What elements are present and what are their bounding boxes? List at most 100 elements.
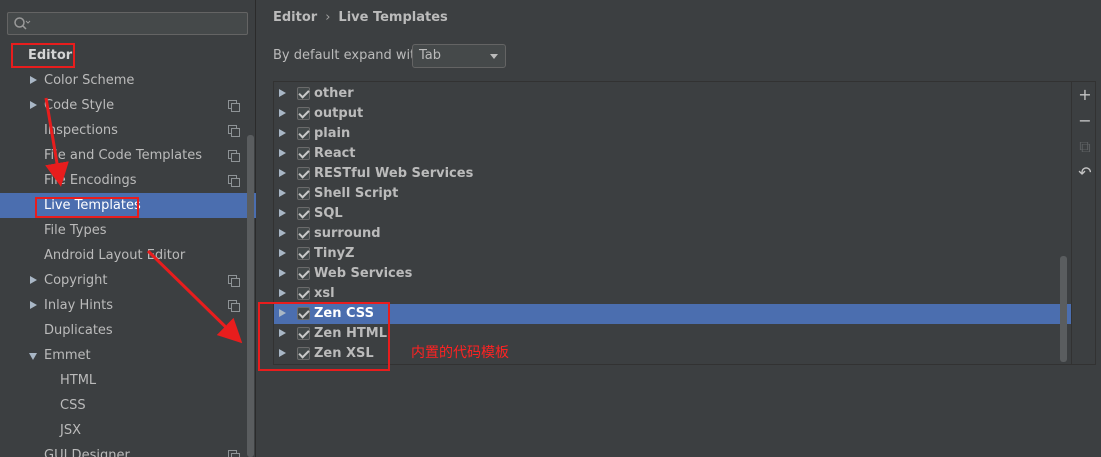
- template-group-label: output: [314, 106, 364, 121]
- search-icon[interactable]: [13, 16, 31, 32]
- template-group-row[interactable]: xsl: [274, 284, 1071, 304]
- template-group-row[interactable]: SQL: [274, 204, 1071, 224]
- chevron-right-icon[interactable]: [279, 149, 286, 157]
- breadcrumb: Editor › Live Templates: [273, 10, 448, 25]
- template-group-label: other: [314, 86, 354, 101]
- template-group-label: React: [314, 146, 356, 161]
- chevron-down-icon: [490, 54, 498, 59]
- sidebar-item-label: File and Code Templates: [44, 148, 202, 163]
- chevron-down-icon[interactable]: [29, 353, 37, 360]
- template-group-label: SQL: [314, 206, 343, 221]
- settings-sidebar: Editor Color Scheme Code Style Inspections F…: [0, 0, 256, 457]
- template-group-checkbox[interactable]: [297, 127, 310, 140]
- sidebar-item-label: Color Scheme: [44, 73, 135, 88]
- sidebar-item-file-encodings[interactable]: File Encodings: [0, 168, 256, 193]
- template-group-row[interactable]: Zen CSS: [274, 304, 1071, 324]
- template-group-row[interactable]: surround: [274, 224, 1071, 244]
- sidebar-item-label: HTML: [60, 373, 97, 388]
- project-scope-icon: [228, 125, 240, 137]
- expand-with-dropdown[interactable]: Tab: [412, 44, 506, 68]
- sidebar-item-color-scheme[interactable]: Color Scheme: [0, 68, 256, 93]
- chevron-right-icon[interactable]: [279, 129, 286, 137]
- chevron-right-icon[interactable]: [30, 101, 37, 109]
- sidebar-item-css[interactable]: CSS: [0, 393, 256, 418]
- sidebar-item-label: Emmet: [44, 348, 91, 363]
- annotation-box-editor: [11, 43, 75, 68]
- template-group-checkbox[interactable]: [297, 147, 310, 160]
- sidebar-item-label: Android Layout Editor: [44, 248, 186, 263]
- template-group-row[interactable]: RESTful Web Services: [274, 164, 1071, 184]
- chevron-right-icon[interactable]: [30, 76, 37, 84]
- sidebar-item-label: JSX: [60, 423, 81, 438]
- template-group-row[interactable]: Web Services: [274, 264, 1071, 284]
- template-group-checkbox[interactable]: [297, 267, 310, 280]
- sidebar-item-label: GUI Designer: [44, 448, 130, 457]
- template-group-checkbox[interactable]: [297, 167, 310, 180]
- template-group-label: surround: [314, 226, 381, 241]
- template-group-row[interactable]: Zen HTML: [274, 324, 1071, 344]
- sidebar-item-code-style[interactable]: Code Style: [0, 93, 256, 118]
- template-group-checkbox[interactable]: [297, 207, 310, 220]
- templates-scrollbar[interactable]: [1060, 256, 1067, 362]
- template-group-checkbox[interactable]: [297, 107, 310, 120]
- sidebar-item-copyright[interactable]: Copyright: [0, 268, 256, 293]
- breadcrumb-separator: ›: [325, 10, 331, 25]
- sidebar-item-emmet[interactable]: Emmet: [0, 343, 256, 368]
- template-group-label: plain: [314, 126, 351, 141]
- project-scope-icon: [228, 175, 240, 187]
- sidebar-item-duplicates[interactable]: Duplicates: [0, 318, 256, 343]
- sidebar-item-html[interactable]: HTML: [0, 368, 256, 393]
- chevron-right-icon[interactable]: [279, 289, 286, 297]
- template-group-row[interactable]: output: [274, 104, 1071, 124]
- sidebar-item-label: File Types: [44, 223, 107, 238]
- sidebar-item-jsx[interactable]: JSX: [0, 418, 256, 443]
- template-group-checkbox[interactable]: [297, 287, 310, 300]
- sidebar-item-gui-designer[interactable]: GUI Designer: [0, 443, 256, 457]
- template-group-label: TinyZ: [314, 246, 355, 261]
- template-group-checkbox[interactable]: [297, 87, 310, 100]
- sidebar-item-inlay-hints[interactable]: Inlay Hints: [0, 293, 256, 318]
- chevron-right-icon[interactable]: [279, 249, 286, 257]
- project-scope-icon: [228, 275, 240, 287]
- chevron-right-icon[interactable]: [30, 301, 37, 309]
- template-group-checkbox[interactable]: [297, 247, 310, 260]
- template-group-label: Web Services: [314, 266, 413, 281]
- annotation-text: 内置的代码模板: [411, 345, 509, 361]
- template-group-checkbox[interactable]: [297, 187, 310, 200]
- sidebar-scrollbar[interactable]: [247, 135, 254, 457]
- sidebar-item-label: Copyright: [44, 273, 108, 288]
- template-group-row[interactable]: plain: [274, 124, 1071, 144]
- template-group-row[interactable]: TinyZ: [274, 244, 1071, 264]
- chevron-right-icon[interactable]: [279, 89, 286, 97]
- chevron-right-icon[interactable]: [279, 229, 286, 237]
- chevron-right-icon[interactable]: [279, 209, 286, 217]
- sidebar-item-file-and-code-templates[interactable]: File and Code Templates: [0, 143, 256, 168]
- sidebar-item-file-types[interactable]: File Types: [0, 218, 256, 243]
- breadcrumb-item-editor[interactable]: Editor: [273, 10, 317, 25]
- restore-icon[interactable]: ↶: [1077, 165, 1093, 181]
- sidebar-item-label: CSS: [60, 398, 86, 413]
- chevron-right-icon[interactable]: [30, 276, 37, 284]
- annotation-box-zen-templates: [258, 302, 390, 371]
- template-group-row[interactable]: Zen XSL: [274, 344, 1071, 364]
- breadcrumb-item-live-templates: Live Templates: [338, 10, 448, 25]
- add-icon[interactable]: +: [1077, 87, 1093, 103]
- template-group-checkbox[interactable]: [297, 227, 310, 240]
- chevron-right-icon[interactable]: [279, 269, 286, 277]
- chevron-right-icon[interactable]: [279, 169, 286, 177]
- templates-list: other output plain React RESTful Web Service…: [274, 82, 1071, 364]
- sidebar-item-label: Inlay Hints: [44, 298, 113, 313]
- settings-search-input[interactable]: [7, 12, 248, 35]
- chevron-right-icon[interactable]: [279, 189, 286, 197]
- template-group-row[interactable]: other: [274, 84, 1071, 104]
- sidebar-item-label: Duplicates: [44, 323, 113, 338]
- chevron-right-icon[interactable]: [279, 109, 286, 117]
- sidebar-item-android-layout-editor[interactable]: Android Layout Editor: [0, 243, 256, 268]
- sidebar-item-label: File Encodings: [44, 173, 137, 188]
- sidebar-item-inspections[interactable]: Inspections: [0, 118, 256, 143]
- remove-icon[interactable]: −: [1077, 113, 1093, 129]
- template-group-row[interactable]: React: [274, 144, 1071, 164]
- template-group-label: xsl: [314, 286, 335, 301]
- annotation-box-live-templates: [35, 197, 139, 218]
- template-group-row[interactable]: Shell Script: [274, 184, 1071, 204]
